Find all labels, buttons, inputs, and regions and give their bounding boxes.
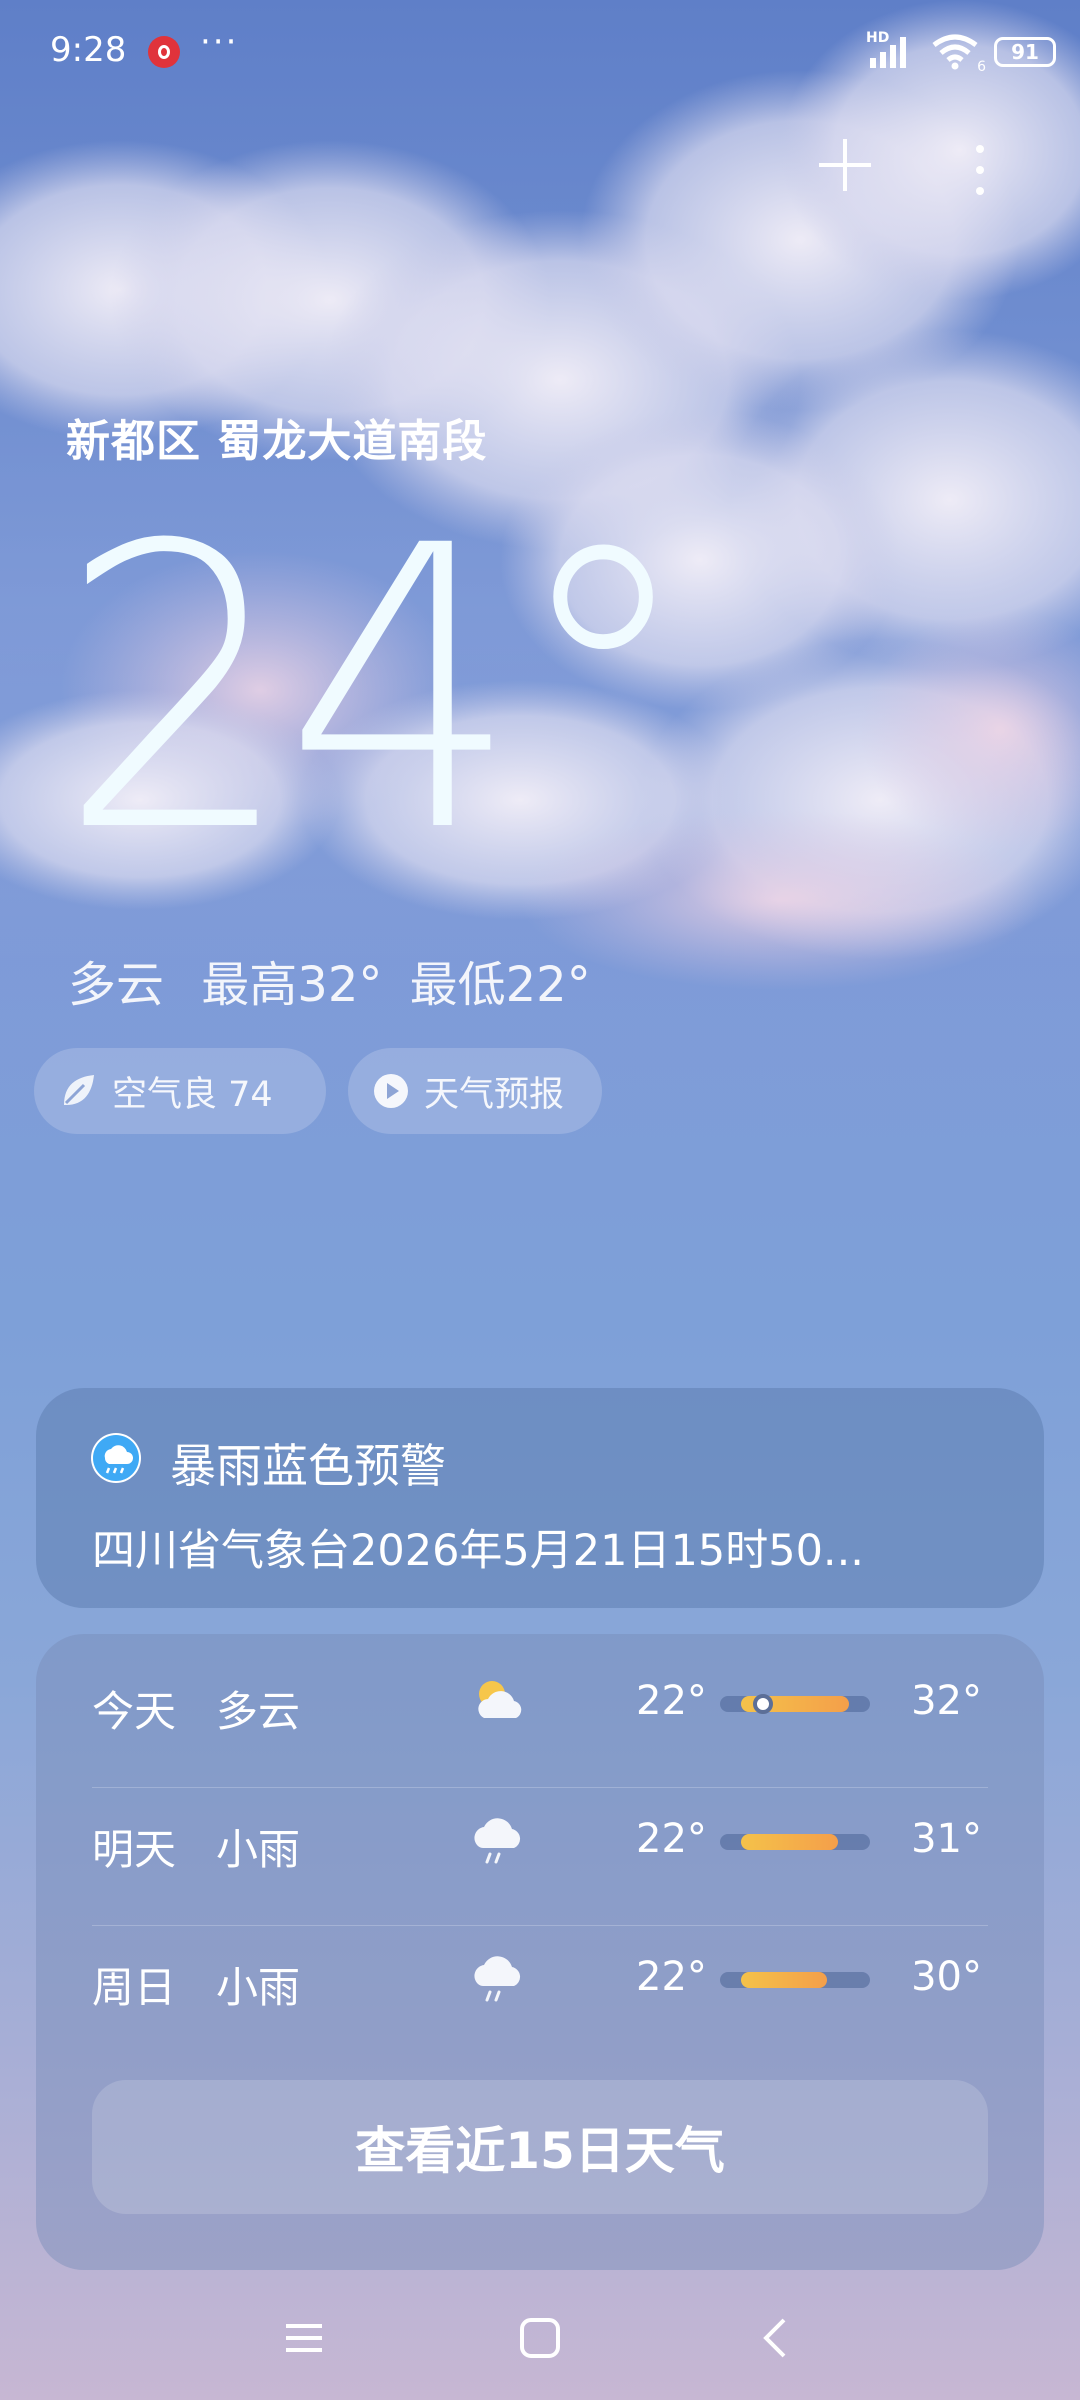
hd-label: HD <box>866 30 890 46</box>
temperature-range-bar <box>720 1694 870 1714</box>
add-city-button[interactable] <box>815 135 875 195</box>
cellular-signal-icon: HD <box>866 30 916 70</box>
battery-level: 91 <box>1011 40 1039 64</box>
forecast-row[interactable]: 明天 小雨 22° 31° <box>36 1772 1044 1910</box>
temperature-range-bar <box>720 1972 870 1988</box>
leaf-icon <box>58 1071 98 1111</box>
air-quality-label: 空气良 74 <box>112 1074 273 1115</box>
status-time: 9:28 <box>50 30 127 70</box>
current-temperature: 24° <box>58 463 696 917</box>
menu-button[interactable] <box>276 2310 332 2366</box>
light-rain-icon <box>466 1806 536 1876</box>
temperature-range-bar <box>720 1834 870 1850</box>
weather-forecast-label: 天气预报 <box>424 1074 565 1115</box>
today-low: 最低22° <box>409 957 591 1013</box>
battery-icon: 91 <box>994 37 1056 67</box>
current-condition-line: 多云 最高32° 最低22° <box>68 945 613 1015</box>
forecast-row[interactable]: 周日 小雨 22° 30° <box>36 1910 1044 2048</box>
more-vertical-icon <box>976 145 984 195</box>
forecast-row[interactable]: 今天 多云 22° 32° <box>36 1634 1044 1772</box>
forecast-condition: 多云 <box>216 1687 301 1736</box>
forecast-high: 32° <box>911 1678 982 1724</box>
weather-forecast-video-chip[interactable]: 天气预报 <box>348 1048 602 1134</box>
forecast-condition: 小雨 <box>216 1825 301 1874</box>
air-quality-chip[interactable]: 空气良 74 <box>34 1048 326 1134</box>
temperature-range-fill <box>741 1834 838 1850</box>
plus-icon <box>819 139 871 191</box>
back-chevron-icon <box>763 2318 786 2358</box>
more-notifications-icon: ··· <box>200 22 239 62</box>
forecast-day: 明天 <box>92 1825 177 1874</box>
forecast-card: 今天 多云 22° 32° 明天 小雨 22° 31° 周日 小雨 22° 30… <box>36 1634 1044 2270</box>
play-icon <box>372 1072 410 1110</box>
location-title[interactable]: 新都区 蜀龙大道南段 <box>66 405 487 469</box>
status-indicators: HD 6 91 <box>866 30 1056 75</box>
forecast-high: 30° <box>911 1954 982 2000</box>
view-15-day-forecast-button[interactable]: 查看近15日天气 <box>92 2080 988 2214</box>
weather-alert-card[interactable]: 暴雨蓝色预警 四川省气象台2026年5月21日15时50... <box>36 1388 1044 1608</box>
back-button[interactable] <box>748 2310 804 2366</box>
forecast-low: 22° <box>636 1816 707 1862</box>
forecast-low: 22° <box>636 1678 707 1724</box>
current-condition: 多云 <box>68 957 165 1013</box>
wifi-badge: 6 <box>977 59 986 75</box>
forecast-low: 22° <box>636 1954 707 2000</box>
temperature-range-fill <box>741 1972 828 1988</box>
forecast-day: 周日 <box>92 1963 177 2012</box>
menu-icon <box>286 2324 322 2352</box>
forecast-condition: 小雨 <box>216 1963 301 2012</box>
alert-body: 四川省气象台2026年5月21日15时50... <box>92 1526 864 1576</box>
forecast-day: 今天 <box>92 1687 177 1736</box>
more-menu-button[interactable] <box>960 135 1000 205</box>
status-bar: 9:28 ··· HD 6 91 <box>0 0 1080 100</box>
home-button[interactable] <box>512 2310 568 2366</box>
partly-cloudy-icon <box>466 1668 536 1738</box>
today-high: 最高32° <box>201 957 383 1013</box>
rainstorm-warning-icon <box>91 1433 141 1483</box>
light-rain-icon <box>466 1944 536 2014</box>
forecast-high: 31° <box>911 1816 982 1862</box>
wifi-icon: 6 <box>930 33 986 75</box>
home-square-icon <box>520 2318 560 2358</box>
system-navigation-bar <box>0 2290 1080 2380</box>
alert-title: 暴雨蓝色预警 <box>170 1439 446 1493</box>
current-temperature-marker <box>752 1694 773 1714</box>
app-notification-icon <box>148 36 180 68</box>
